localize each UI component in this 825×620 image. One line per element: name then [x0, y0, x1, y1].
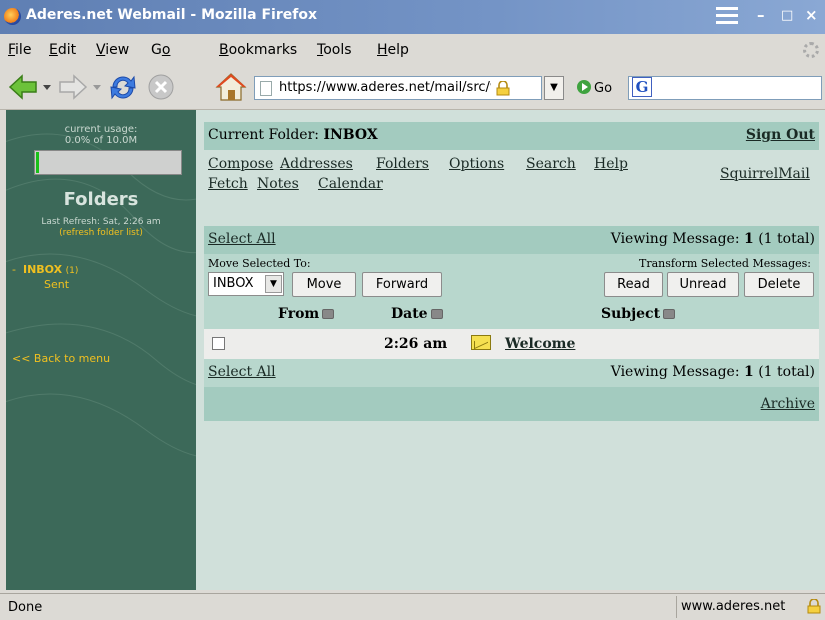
transform-label: Transform Selected Messages:	[639, 257, 811, 270]
message-date: 2:26 am	[384, 336, 448, 352]
menu-view[interactable]: View	[96, 42, 129, 58]
go-arrow-icon	[577, 80, 591, 94]
url-bar[interactable]: https://www.aderes.net/mail/src/webmail.…	[254, 76, 542, 100]
select-all-link-top[interactable]: Select All	[208, 231, 276, 247]
mail-content: Current Folder: INBOX Sign Out Compose A…	[196, 110, 825, 590]
fetch-link[interactable]: Fetch	[208, 176, 248, 192]
folder-sent[interactable]: Sent	[44, 278, 69, 291]
message-actions-bar: Move Selected To: INBOX ▼ Move Forward T…	[204, 254, 819, 301]
move-folder-select[interactable]: INBOX ▼	[208, 272, 284, 296]
move-selected-label: Move Selected To:	[208, 257, 311, 270]
minimize-button[interactable]: –	[757, 6, 765, 24]
chevron-down-icon: ▼	[265, 275, 282, 293]
sidebar-texture	[6, 133, 196, 457]
menu-bookmarks[interactable]: Bookmarks	[219, 42, 297, 58]
search-link[interactable]: Search	[526, 156, 576, 172]
from-column-header[interactable]: From	[278, 306, 335, 322]
select-all-link-bottom[interactable]: Select All	[208, 364, 276, 380]
url-history-dropdown[interactable]: ▼	[544, 76, 564, 100]
help-link[interactable]: Help	[594, 156, 628, 172]
archive-bar: Archive	[204, 387, 819, 421]
calendar-link[interactable]: Calendar	[318, 176, 383, 192]
table-row[interactable]: 2:26 am Welcome	[204, 329, 819, 359]
folder-inbox[interactable]: - INBOX (1)	[12, 263, 78, 276]
menu-help[interactable]: Help	[377, 42, 409, 58]
sort-subject-icon[interactable]	[663, 309, 676, 319]
sign-out-link[interactable]: Sign Out	[746, 127, 815, 143]
sort-from-icon[interactable]	[322, 309, 335, 319]
folders-title: Folders	[63, 189, 139, 210]
status-bar: Done www.aderes.net	[0, 593, 825, 620]
delete-button[interactable]: Delete	[744, 272, 814, 297]
message-subject-link[interactable]: Welcome	[505, 336, 575, 352]
back-arrow-icon[interactable]	[8, 73, 38, 101]
date-column-header[interactable]: Date	[391, 306, 443, 322]
envelope-icon	[471, 335, 491, 350]
selection-bar-bottom: Select All Viewing Message: 1 (1 total)	[204, 359, 819, 387]
url-input[interactable]: https://www.aderes.net/mail/src/webmail.…	[279, 80, 491, 95]
compose-link[interactable]: Compose	[208, 156, 273, 172]
selection-bar-top: Select All Viewing Message: 1 (1 total)	[204, 226, 819, 254]
status-text: Done	[8, 600, 43, 615]
google-search-icon[interactable]: G	[632, 77, 652, 97]
column-headers: From Date Subject	[204, 301, 819, 329]
navigation-toolbar: https://www.aderes.net/mail/src/webmail.…	[0, 64, 825, 110]
refresh-folder-list-link[interactable]: (refresh folder list)	[6, 228, 196, 239]
forward-button[interactable]: Forward	[362, 272, 442, 297]
back-to-menu-link[interactable]: << Back to menu	[12, 352, 110, 365]
search-bar[interactable]: G	[628, 76, 822, 100]
viewing-message-top: Viewing Message: 1 (1 total)	[610, 231, 815, 247]
window-title: Aderes.net Webmail - Mozilla Firefox	[26, 7, 317, 23]
menu-go[interactable]: Go	[151, 42, 170, 58]
sort-date-icon[interactable]	[430, 309, 443, 319]
read-button[interactable]: Read	[604, 272, 663, 297]
last-refresh: Last Refresh: Sat, 2:26 am (refresh fold…	[6, 217, 196, 239]
usage-value: 0.0% of 10.0M	[64, 135, 138, 146]
status-lock-icon[interactable]	[807, 599, 821, 614]
forward-dropdown-icon[interactable]	[92, 84, 102, 92]
move-button[interactable]: Move	[292, 272, 356, 297]
current-folder: Current Folder: INBOX	[208, 127, 378, 143]
menu-edit[interactable]: Edit	[49, 42, 76, 58]
message-checkbox[interactable]	[212, 337, 225, 350]
window-titlebar[interactable]: Aderes.net Webmail - Mozilla Firefox – □…	[0, 0, 825, 34]
quota-bar	[34, 150, 182, 175]
squirrelmail-link[interactable]: SquirrelMail	[720, 166, 810, 182]
maximize-button[interactable]: □	[781, 8, 793, 23]
page-icon	[260, 81, 272, 96]
go-button[interactable]: Go	[577, 80, 612, 96]
quota-fill	[36, 152, 39, 173]
folder-header: Current Folder: INBOX Sign Out	[204, 122, 819, 150]
close-button[interactable]: ×	[805, 6, 818, 24]
folder-sidebar: current usage: 0.0% of 10.0M Folders Las…	[6, 110, 196, 590]
notes-link[interactable]: Notes	[257, 176, 299, 192]
reload-icon[interactable]	[107, 72, 139, 102]
stop-icon[interactable]	[147, 73, 175, 101]
addresses-link[interactable]: Addresses	[280, 156, 353, 172]
menu-file[interactable]: File	[8, 42, 31, 58]
menu-tools[interactable]: Tools	[317, 42, 352, 58]
unread-button[interactable]: Unread	[667, 272, 739, 297]
subject-column-header[interactable]: Subject	[601, 306, 676, 322]
forward-arrow-icon[interactable]	[58, 73, 88, 101]
window-menu-icon[interactable]	[716, 7, 738, 25]
home-icon[interactable]	[215, 72, 247, 102]
firefox-icon	[4, 8, 21, 25]
security-domain-cell[interactable]: www.aderes.net	[676, 596, 823, 618]
viewing-message-bottom: Viewing Message: 1 (1 total)	[610, 364, 815, 380]
options-link[interactable]: Options	[449, 156, 504, 172]
activity-throbber-icon	[803, 42, 819, 58]
folders-link[interactable]: Folders	[376, 156, 429, 172]
archive-link[interactable]: Archive	[761, 396, 815, 412]
secure-lock-icon[interactable]	[495, 81, 511, 96]
back-dropdown-icon[interactable]	[42, 84, 52, 92]
status-domain: www.aderes.net	[681, 599, 786, 614]
menu-bar: File Edit View Go Bookmarks Tools Help	[0, 34, 825, 64]
